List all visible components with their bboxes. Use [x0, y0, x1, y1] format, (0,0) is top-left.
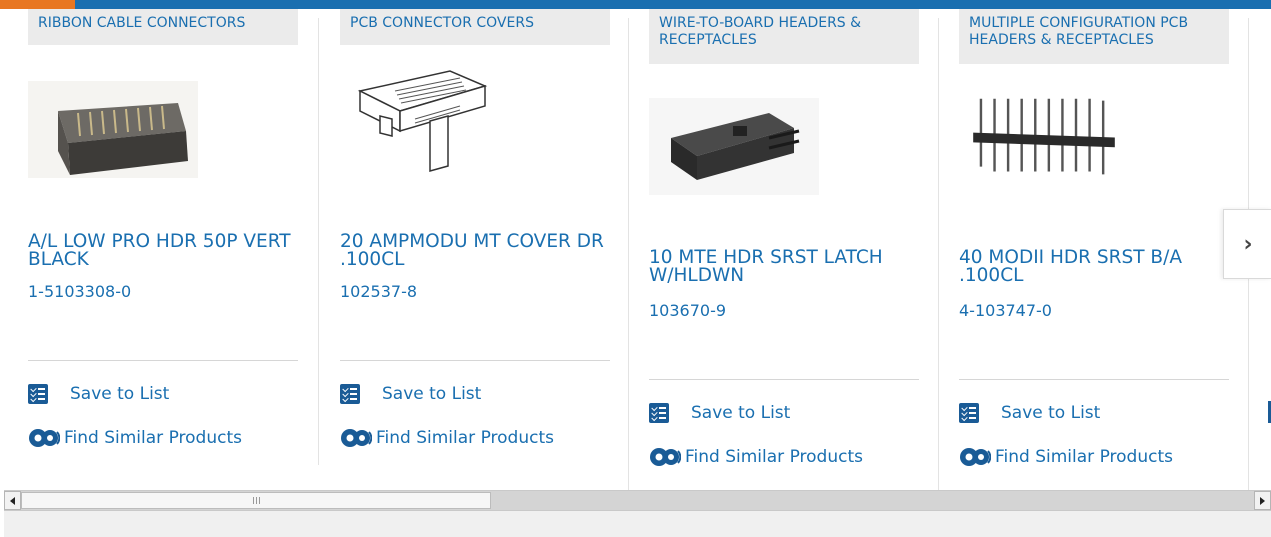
- divider: [959, 379, 1229, 380]
- product-card: WIRE-TO-BOARD HEADERS & RECEPTACLES 10 M…: [649, 9, 938, 479]
- product-title[interactable]: 10 MTE HDR SRST LATCH W/HLDWN: [649, 248, 919, 285]
- divider: [28, 360, 298, 361]
- find-similar-label: Find Similar Products: [376, 428, 554, 448]
- save-to-list-label: Save to List: [70, 384, 170, 404]
- product-category[interactable]: MULTIPLE CONFIGURATION PCB HEADERS & REC…: [959, 9, 1229, 64]
- divider: [649, 379, 919, 380]
- product-carousel: RIBBON CABLE CONNECTORS A/L LOW PRO HDR …: [0, 9, 1271, 490]
- part-number[interactable]: 4-103747-0: [959, 301, 1052, 320]
- checklist-icon: [649, 403, 669, 423]
- save-to-list-button[interactable]: Save to List: [649, 401, 790, 425]
- save-to-list-label: Save to List: [382, 384, 482, 404]
- product-card: MULTIPLE CONFIGURATION PCB HEADERS & REC…: [959, 9, 1248, 479]
- find-similar-button[interactable]: Find Similar Products: [340, 426, 554, 450]
- part-number[interactable]: 102537-8: [340, 282, 417, 301]
- page-footer-area: [4, 511, 1271, 537]
- scroll-right-button[interactable]: [1254, 491, 1271, 510]
- gears-icon: [29, 429, 60, 447]
- product-category[interactable]: PCB CONNECTOR COVERS: [340, 9, 610, 45]
- product-title[interactable]: 20 AMPMODU MT COVER DR .100CL: [340, 232, 610, 269]
- save-to-list-button[interactable]: Save to List: [340, 382, 481, 406]
- part-number[interactable]: 1-5103308-0: [28, 282, 131, 301]
- product-category[interactable]: RIBBON CABLE CONNECTORS: [28, 9, 298, 45]
- card-divider: [938, 18, 939, 490]
- divider: [340, 360, 610, 361]
- gears-icon: [650, 448, 681, 466]
- chevron-right-icon: ›: [1243, 231, 1253, 257]
- carousel-next-button[interactable]: ›: [1223, 209, 1271, 279]
- arrow-right-icon: [1260, 496, 1265, 505]
- find-similar-button[interactable]: Find Similar Products: [649, 445, 863, 469]
- product-image[interactable]: [28, 81, 198, 178]
- save-to-list-button[interactable]: Save to List: [28, 382, 169, 406]
- find-similar-label: Find Similar Products: [685, 447, 863, 467]
- product-image[interactable]: [649, 98, 819, 195]
- product-card: RIBBON CABLE CONNECTORS A/L LOW PRO HDR …: [28, 9, 318, 479]
- horizontal-scrollbar[interactable]: [4, 490, 1271, 511]
- product-image[interactable]: [340, 61, 490, 181]
- find-similar-label: Find Similar Products: [995, 447, 1173, 467]
- checklist-icon: [340, 384, 360, 404]
- find-similar-label: Find Similar Products: [64, 428, 242, 448]
- save-to-list-button[interactable]: Save to List: [959, 401, 1100, 425]
- product-image[interactable]: [959, 89, 1129, 186]
- product-category[interactable]: WIRE-TO-BOARD HEADERS & RECEPTACLES: [649, 9, 919, 64]
- card-divider: [628, 18, 629, 490]
- gears-icon: [341, 429, 372, 447]
- find-similar-button[interactable]: Find Similar Products: [28, 426, 242, 450]
- orange-accent: [0, 0, 75, 9]
- find-similar-button[interactable]: Find Similar Products: [959, 445, 1173, 469]
- gears-icon: [960, 448, 991, 466]
- save-to-list-label: Save to List: [691, 403, 791, 423]
- top-accent-bar: [0, 0, 1271, 9]
- scroll-left-button[interactable]: [4, 491, 21, 510]
- checklist-icon: [959, 403, 979, 423]
- product-card: PCB CONNECTOR COVERS 20 AMPMODU MT COVER…: [340, 9, 628, 479]
- scrollbar-thumb[interactable]: [21, 492, 491, 509]
- card-divider: [318, 18, 319, 465]
- part-number[interactable]: 103670-9: [649, 301, 726, 320]
- checklist-icon: [28, 384, 48, 404]
- product-title[interactable]: A/L LOW PRO HDR 50P VERT BLACK: [28, 232, 298, 269]
- arrow-left-icon: [10, 496, 15, 505]
- save-to-list-label: Save to List: [1001, 403, 1101, 423]
- product-title[interactable]: 40 MODII HDR SRST B/A .100CL: [959, 248, 1229, 285]
